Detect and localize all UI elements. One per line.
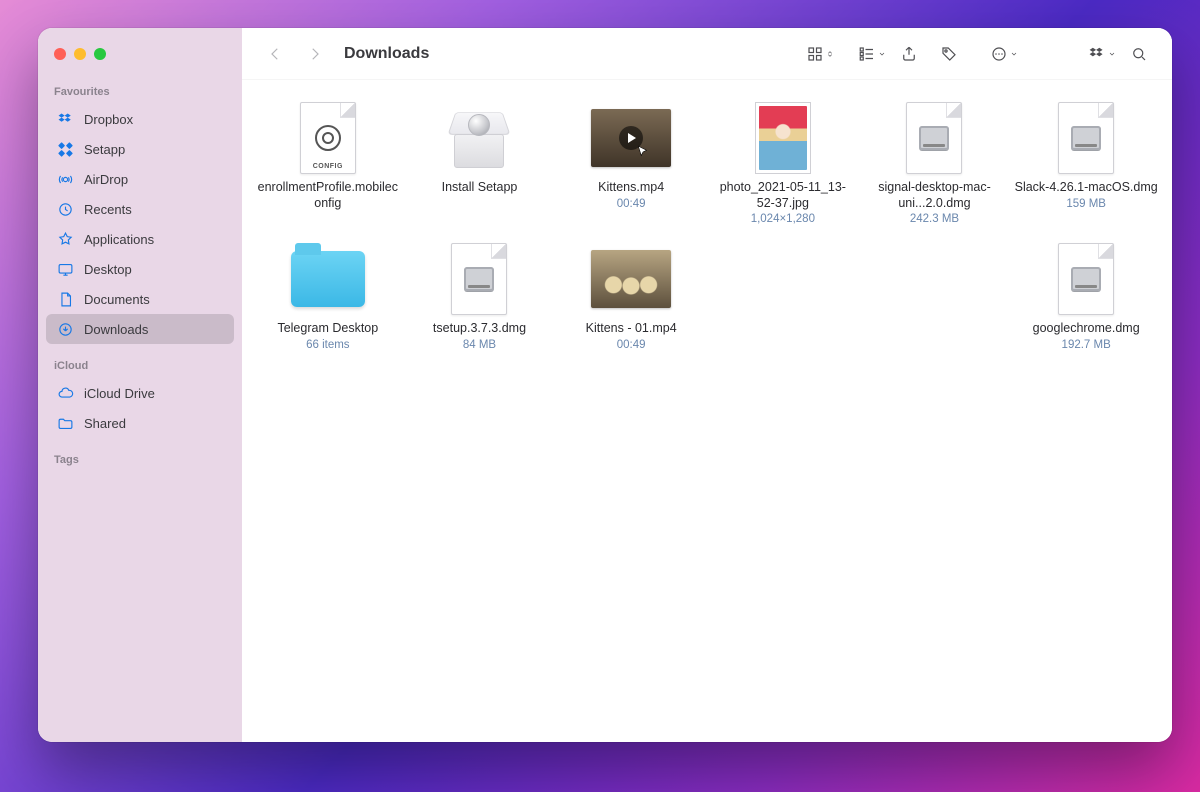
sidebar-item-label: Setapp	[84, 142, 125, 157]
file-name: Telegram Desktop	[277, 321, 378, 337]
back-button[interactable]	[258, 39, 292, 69]
sidebar: Favourites Dropbox Setapp AirDrop Recent…	[38, 28, 242, 742]
sidebar-item-icloud-drive[interactable]: iCloud Drive	[46, 378, 234, 408]
window-controls	[38, 44, 242, 82]
file-meta: 00:49	[617, 198, 646, 210]
file-item[interactable]: Slack-4.26.1-macOS.dmg 159 MB	[1014, 102, 1158, 225]
file-item[interactable]: photo_2021-05-11_13-52-37.jpg 1,024×1,28…	[711, 102, 855, 225]
sidebar-item-label: Recents	[84, 202, 132, 217]
toolbar: Downloads	[242, 28, 1172, 80]
sidebar-item-downloads[interactable]: Downloads	[46, 314, 234, 344]
file-thumbnail	[436, 102, 522, 174]
file-name: googlechrome.dmg	[1033, 321, 1140, 337]
file-meta: 00:49	[617, 339, 646, 351]
chevron-down-icon	[878, 50, 886, 58]
file-name: Install Setapp	[442, 180, 518, 196]
file-thumbnail	[588, 102, 674, 174]
sidebar-section-icloud: iCloud	[38, 356, 242, 378]
fullscreen-window-button[interactable]	[94, 48, 106, 60]
sidebar-item-label: Dropbox	[84, 112, 133, 127]
file-name: Kittens.mp4	[598, 180, 664, 196]
file-meta: 84 MB	[463, 339, 496, 351]
file-name: Kittens - 01.mp4	[586, 321, 677, 337]
file-name: photo_2021-05-11_13-52-37.jpg	[711, 180, 855, 211]
sidebar-item-airdrop[interactable]: AirDrop	[46, 164, 234, 194]
dropbox-icon	[1088, 45, 1106, 63]
up-down-chevron-icon	[826, 50, 834, 58]
downloads-icon	[56, 320, 74, 338]
file-meta: 242.3 MB	[910, 213, 959, 225]
file-item[interactable]: Telegram Desktop 66 items	[256, 243, 400, 351]
ellipsis-circle-icon	[990, 45, 1008, 63]
file-thumbnail	[436, 243, 522, 315]
view-mode-switcher[interactable]	[806, 45, 834, 63]
file-meta: 1,024×1,280	[751, 213, 815, 225]
file-item[interactable]: Kittens - 01.mp4 00:49	[559, 243, 703, 351]
desktop-icon	[56, 260, 74, 278]
file-item[interactable]: signal-desktop-mac-uni...2.0.dmg 242.3 M…	[863, 102, 1007, 225]
sidebar-item-label: Desktop	[84, 262, 132, 277]
sidebar-item-applications[interactable]: Applications	[46, 224, 234, 254]
tag-button[interactable]	[932, 39, 966, 69]
file-item[interactable]: Kittens.mp4 00:49	[559, 102, 703, 225]
file-grid: CONFIG enrollmentProfile.mobileconfig In…	[242, 80, 1172, 373]
group-by-button[interactable]	[858, 45, 886, 63]
file-meta: 192.7 MB	[1062, 339, 1111, 351]
dropbox-toolbar-button[interactable]	[1088, 45, 1116, 63]
setapp-icon	[56, 140, 74, 158]
search-button[interactable]	[1122, 39, 1156, 69]
forward-button[interactable]	[298, 39, 332, 69]
file-thumbnail	[1043, 102, 1129, 174]
sidebar-item-shared[interactable]: Shared	[46, 408, 234, 438]
sidebar-item-dropbox[interactable]: Dropbox	[46, 104, 234, 134]
file-name: signal-desktop-mac-uni...2.0.dmg	[863, 180, 1007, 211]
close-window-button[interactable]	[54, 48, 66, 60]
file-thumbnail: CONFIG	[285, 102, 371, 174]
file-name: tsetup.3.7.3.dmg	[433, 321, 526, 337]
file-name: Slack-4.26.1-macOS.dmg	[1015, 180, 1158, 196]
sidebar-section-favourites: Favourites	[38, 82, 242, 104]
sidebar-item-label: Documents	[84, 292, 150, 307]
cursor-icon	[636, 143, 650, 161]
airdrop-icon	[56, 170, 74, 188]
clock-icon	[56, 200, 74, 218]
file-meta: 159 MB	[1066, 198, 1106, 210]
file-item[interactable]: tsetup.3.7.3.dmg 84 MB	[408, 243, 552, 351]
sidebar-item-label: Downloads	[84, 322, 148, 337]
file-thumbnail	[891, 102, 977, 174]
chevron-down-icon	[1010, 50, 1018, 58]
sidebar-item-label: Shared	[84, 416, 126, 431]
sidebar-item-desktop[interactable]: Desktop	[46, 254, 234, 284]
file-thumbnail	[588, 243, 674, 315]
sidebar-item-recents[interactable]: Recents	[46, 194, 234, 224]
cloud-icon	[56, 384, 74, 402]
grid-view-icon	[806, 45, 824, 63]
minimize-window-button[interactable]	[74, 48, 86, 60]
sidebar-item-label: AirDrop	[84, 172, 128, 187]
chevron-down-icon	[1108, 50, 1116, 58]
file-thumbnail	[285, 243, 371, 315]
finder-window: Favourites Dropbox Setapp AirDrop Recent…	[38, 28, 1172, 742]
file-thumbnail	[740, 102, 826, 174]
dropbox-icon	[56, 110, 74, 128]
sidebar-section-tags: Tags	[38, 450, 242, 472]
sidebar-item-label: Applications	[84, 232, 154, 247]
location-title: Downloads	[344, 45, 429, 63]
applications-icon	[56, 230, 74, 248]
main-panel: Downloads	[242, 28, 1172, 742]
sidebar-item-documents[interactable]: Documents	[46, 284, 234, 314]
share-button[interactable]	[892, 39, 926, 69]
file-item[interactable]: Install Setapp	[408, 102, 552, 225]
sidebar-item-label: iCloud Drive	[84, 386, 155, 401]
file-item[interactable]: googlechrome.dmg 192.7 MB	[1014, 243, 1158, 351]
shared-folder-icon	[56, 414, 74, 432]
group-icon	[858, 45, 876, 63]
file-item[interactable]: CONFIG enrollmentProfile.mobileconfig	[256, 102, 400, 225]
file-meta: 66 items	[306, 339, 349, 351]
sidebar-item-setapp[interactable]: Setapp	[46, 134, 234, 164]
file-name: enrollmentProfile.mobileconfig	[256, 180, 400, 211]
file-thumbnail	[1043, 243, 1129, 315]
more-actions-button[interactable]	[990, 45, 1018, 63]
document-icon	[56, 290, 74, 308]
